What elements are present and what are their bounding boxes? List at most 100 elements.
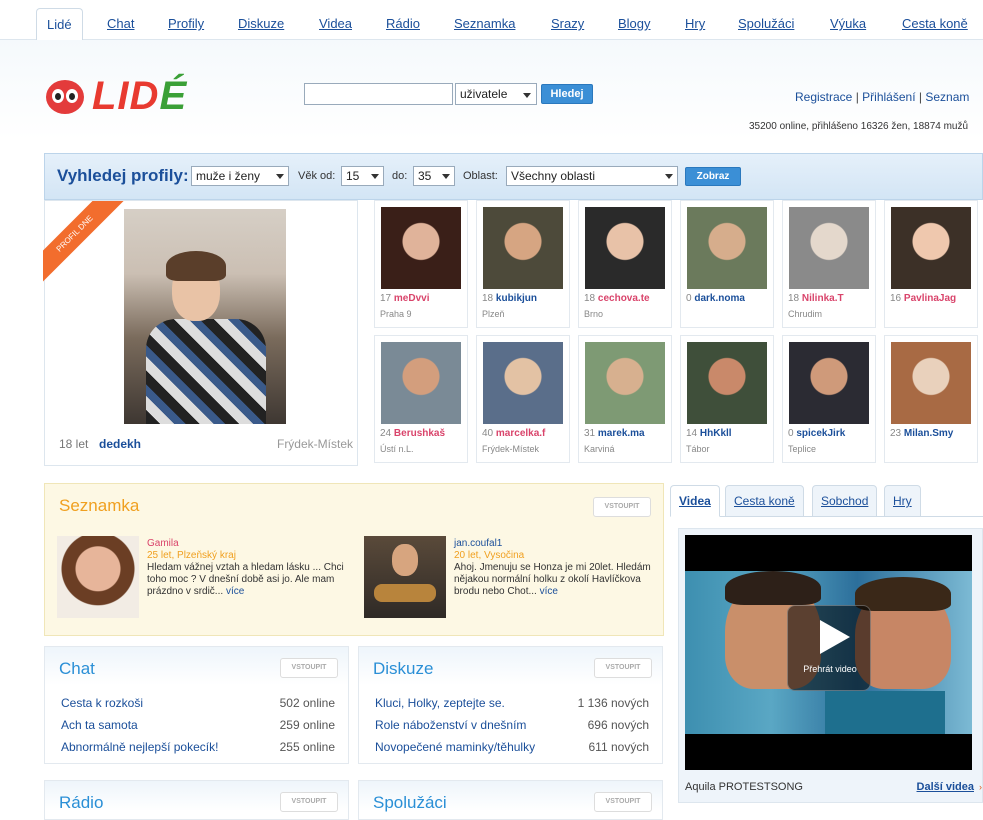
profile-card[interactable]: 14 HhKkll Tábor xyxy=(680,335,774,463)
profile-card[interactable]: 0 spicekJirk Teplice xyxy=(782,335,876,463)
more-videos-link[interactable]: Další videa xyxy=(917,781,974,793)
tab-profily[interactable]: Profily xyxy=(168,16,204,31)
tab-diskuze[interactable]: Diskuze xyxy=(238,16,284,31)
tab-sobchod-media[interactable]: Sobchod xyxy=(812,485,878,517)
search-input[interactable] xyxy=(304,83,453,105)
tab-hry[interactable]: Hry xyxy=(685,16,705,31)
profile-name[interactable]: 31 marek.ma xyxy=(584,428,670,439)
tab-cesta-kone-media[interactable]: Cesta koně xyxy=(725,485,804,517)
more-link[interactable]: více xyxy=(540,586,558,597)
profile-name[interactable]: 14 HhKkll xyxy=(686,428,772,439)
gender-select[interactable]: muže i ženy xyxy=(191,166,289,186)
separator: | xyxy=(918,90,923,104)
search-button[interactable]: Hledej xyxy=(541,84,593,104)
profile-card[interactable]: 0 dark.noma xyxy=(680,200,774,328)
tab-cesta-kone[interactable]: Cesta koně xyxy=(902,16,968,31)
radio-enter-button[interactable]: VSTOUPIT xyxy=(280,792,338,812)
profile-name[interactable]: 24 Berushkaš xyxy=(380,428,466,439)
featured-profile-photo[interactable] xyxy=(124,209,286,424)
tab-seznamka[interactable]: Seznamka xyxy=(454,16,515,31)
profile-photo[interactable] xyxy=(381,207,461,289)
featured-name[interactable]: dedekh xyxy=(99,437,141,451)
tab-radio[interactable]: Rádio xyxy=(386,16,420,31)
chat-enter-button[interactable]: VSTOUPIT xyxy=(280,658,338,678)
profile-photo[interactable] xyxy=(483,342,563,424)
profile-photo[interactable] xyxy=(687,207,767,289)
dating-name[interactable]: Gamila xyxy=(147,538,179,549)
dating-photo[interactable] xyxy=(364,536,446,618)
profile-photo[interactable] xyxy=(891,342,971,424)
dating-text: Hledam vážnej vztah a hledam lásku ... C… xyxy=(147,562,344,597)
tab-spoluzaci[interactable]: Spolužáci xyxy=(738,16,794,31)
tab-srazy[interactable]: Srazy xyxy=(551,16,584,31)
profile-photo[interactable] xyxy=(381,342,461,424)
discussion-link[interactable]: Novopečené maminky/těhulky xyxy=(375,740,535,754)
profile-card[interactable]: 18 cechova.te Brno xyxy=(578,200,672,328)
tab-chat[interactable]: Chat xyxy=(107,16,134,31)
featured-city: Frýdek-Místek xyxy=(276,437,353,451)
profile-card[interactable]: 31 marek.ma Karviná xyxy=(578,335,672,463)
search-scope-value: uživatele xyxy=(460,87,508,101)
dating-photo[interactable] xyxy=(57,536,139,618)
profile-card[interactable]: 23 Milan.Smy xyxy=(884,335,978,463)
spoluzaci-enter-button[interactable]: VSTOUPIT xyxy=(594,792,652,812)
online-status: 35200 online, přihlášeno 16326 žen, 1887… xyxy=(749,121,969,132)
dating-name[interactable]: jan.coufal1 xyxy=(454,538,502,549)
profile-photo[interactable] xyxy=(789,207,869,289)
tab-hry-media[interactable]: Hry xyxy=(884,485,921,517)
profile-name[interactable]: 18 kubikjun xyxy=(482,293,568,304)
discussion-link[interactable]: Role náboženství v dnešním xyxy=(375,718,526,732)
video-player[interactable]: Přehrát video xyxy=(685,535,972,770)
video-title[interactable]: Aquila PROTESTSONG xyxy=(685,781,803,793)
chevron-down-icon xyxy=(523,93,531,98)
profile-card[interactable]: 17 meDvvi Praha 9 xyxy=(374,200,468,328)
profile-photo[interactable] xyxy=(585,342,665,424)
diskuze-enter-button[interactable]: VSTOUPIT xyxy=(594,658,652,678)
top-navigation: Lidé Chat Profily Diskuze Videa Rádio Se… xyxy=(0,0,983,41)
tab-videa[interactable]: Videa xyxy=(319,16,352,31)
chevron-down-icon xyxy=(371,174,379,179)
show-profiles-button[interactable]: Zobraz xyxy=(685,167,741,186)
seznamka-enter-button[interactable]: VSTOUPIT xyxy=(593,497,651,517)
profile-photo[interactable] xyxy=(483,207,563,289)
region-select[interactable]: Všechny oblasti xyxy=(506,166,678,186)
profile-photo[interactable] xyxy=(789,342,869,424)
profile-card[interactable]: 24 Berushkaš Ústí n.L. xyxy=(374,335,468,463)
tab-blogy[interactable]: Blogy xyxy=(618,16,651,31)
profile-card[interactable]: 16 PavlinaJag xyxy=(884,200,978,328)
age-to-select[interactable]: 35 xyxy=(413,166,455,186)
profile-card[interactable]: 18 kubikjun Plzeň xyxy=(476,200,570,328)
profile-photo[interactable] xyxy=(891,207,971,289)
search-scope-select[interactable]: uživatele xyxy=(455,83,537,105)
profile-photo[interactable] xyxy=(687,342,767,424)
profile-card[interactable]: 40 marcelka.f Frýdek-Místek xyxy=(476,335,570,463)
featured-profile[interactable]: PROFIL DNE 18 let dedekh Frýdek-Místek xyxy=(43,200,358,466)
dating-text: Ahoj. Jmenuju se Honza je mi 20let. Hled… xyxy=(454,562,651,597)
media-tabs: Videa Cesta koně Sobchod Hry xyxy=(670,481,983,517)
chat-room-link[interactable]: Ach ta samota xyxy=(61,718,138,732)
age-from-select[interactable]: 15 xyxy=(341,166,384,186)
register-link[interactable]: Registrace xyxy=(795,90,852,104)
chat-room-link[interactable]: Abnormálně nejlepší pokecík! xyxy=(61,740,218,754)
profile-name[interactable]: 23 Milan.Smy xyxy=(890,428,976,439)
discussion-link[interactable]: Kluci, Holky, zeptejte se. xyxy=(375,696,505,710)
tab-videa-media[interactable]: Videa xyxy=(670,485,720,517)
profile-name[interactable]: 16 PavlinaJag xyxy=(890,293,976,304)
profile-name[interactable]: 18 Nilinka.T xyxy=(788,293,874,304)
profile-name[interactable]: 17 meDvvi xyxy=(380,293,466,304)
site-logo[interactable]: LIDÉ xyxy=(46,74,216,118)
tab-lide[interactable]: Lidé xyxy=(36,8,83,41)
seznam-link[interactable]: Seznam xyxy=(925,90,969,104)
profile-name[interactable]: 0 dark.noma xyxy=(686,293,772,304)
profile-name[interactable]: 0 spicekJirk xyxy=(788,428,874,439)
chat-room-link[interactable]: Cesta k rozkoši xyxy=(61,696,143,710)
profile-photo[interactable] xyxy=(585,207,665,289)
login-link[interactable]: Přihlášení xyxy=(862,90,915,104)
profile-card[interactable]: 18 Nilinka.T Chrudim xyxy=(782,200,876,328)
play-button[interactable]: Přehrát video xyxy=(787,605,871,691)
video-panel: Přehrát video Aquila PROTESTSONG Další v… xyxy=(678,528,983,803)
tab-vyuka[interactable]: Výuka xyxy=(830,16,866,31)
more-link[interactable]: více xyxy=(226,586,244,597)
profile-name[interactable]: 40 marcelka.f xyxy=(482,428,568,439)
profile-name[interactable]: 18 cechova.te xyxy=(584,293,670,304)
